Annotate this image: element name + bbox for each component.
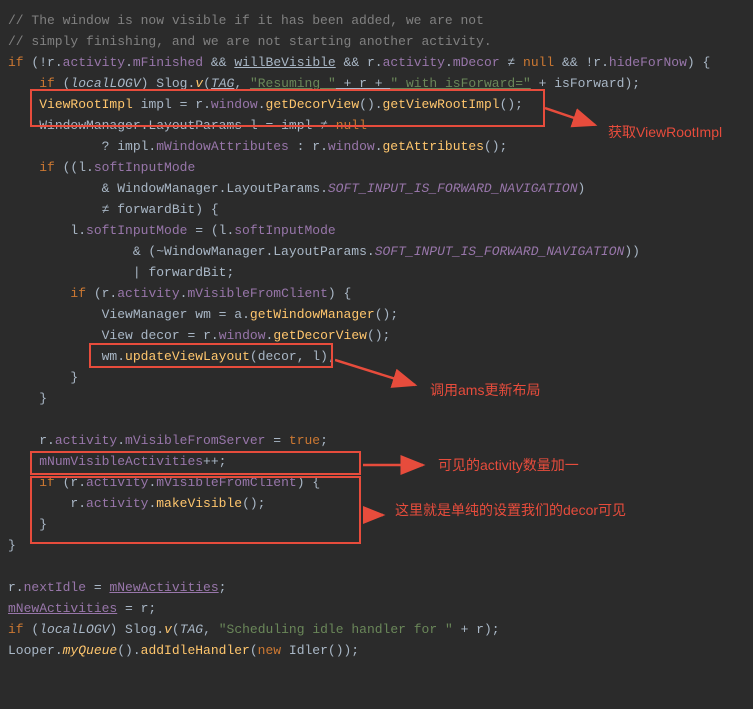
- code-line: | forwardBit;: [8, 262, 745, 283]
- code-line: l.softInputMode = (l.softInputMode: [8, 220, 745, 241]
- code-editor[interactable]: // The window is now visible if it has b…: [8, 10, 745, 661]
- code-line: View decor = r.window.getDecorView();: [8, 325, 745, 346]
- code-line: ViewRootImpl impl = r.window.getDecorVie…: [8, 94, 745, 115]
- code-line: & WindowManager.LayoutParams.SOFT_INPUT_…: [8, 178, 745, 199]
- code-line: ViewManager wm = a.getWindowManager();: [8, 304, 745, 325]
- code-line: r.activity.makeVisible();: [8, 493, 745, 514]
- code-line: if (localLOGV) Slog.v(TAG, "Scheduling i…: [8, 619, 745, 640]
- code-line: // The window is now visible if it has b…: [8, 10, 745, 31]
- code-line: [8, 556, 745, 577]
- code-line: }: [8, 535, 745, 556]
- code-line: if ((l.softInputMode: [8, 157, 745, 178]
- code-line: if (!r.activity.mFinished && willBeVisib…: [8, 52, 745, 73]
- code-line: ? impl.mWindowAttributes : r.window.getA…: [8, 136, 745, 157]
- code-line: if (localLOGV) Slog.v(TAG, "Resuming " +…: [8, 73, 745, 94]
- code-line: & (~WindowManager.LayoutParams.SOFT_INPU…: [8, 241, 745, 262]
- code-line: r.activity.mVisibleFromServer = true;: [8, 430, 745, 451]
- code-line: WindowManager.LayoutParams l = impl ≠ nu…: [8, 115, 745, 136]
- code-line: mNewActivities = r;: [8, 598, 745, 619]
- code-line: Looper.myQueue().addIdleHandler(new Idle…: [8, 640, 745, 661]
- code-line: }: [8, 514, 745, 535]
- code-line: [8, 409, 745, 430]
- code-line: // simply finishing, and we are not star…: [8, 31, 745, 52]
- code-line: wm.updateViewLayout(decor, l);: [8, 346, 745, 367]
- code-line: if (r.activity.mVisibleFromClient) {: [8, 472, 745, 493]
- code-line: ≠ forwardBit) {: [8, 199, 745, 220]
- code-line: r.nextIdle = mNewActivities;: [8, 577, 745, 598]
- code-line: mNumVisibleActivities++;: [8, 451, 745, 472]
- code-line: if (r.activity.mVisibleFromClient) {: [8, 283, 745, 304]
- code-line: }: [8, 388, 745, 409]
- code-line: }: [8, 367, 745, 388]
